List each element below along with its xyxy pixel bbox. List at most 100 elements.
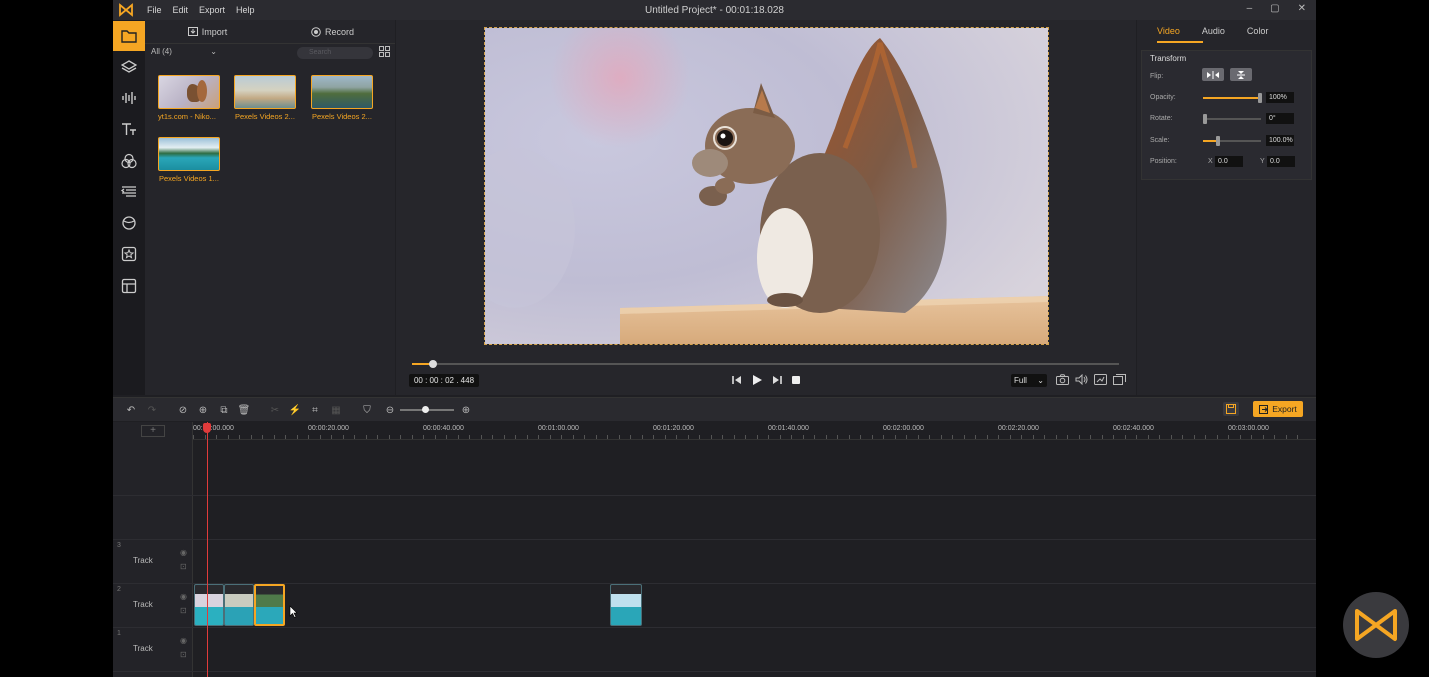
ruler-tick [320,435,321,439]
video-preview-canvas[interactable] [484,27,1049,345]
timeline-clip-selected[interactable] [254,584,285,626]
media-thumb-lagoon[interactable] [158,137,220,171]
copy-icon[interactable]: ⧉ [217,403,231,417]
lock-icon[interactable]: ⊡ [180,562,187,571]
ruler-tick [435,435,436,439]
playback-scrubber[interactable] [412,360,1119,368]
step-back-icon[interactable] [732,375,742,385]
undo-icon[interactable]: ↶ [124,403,138,417]
export-icon [1259,404,1269,414]
ruler-tick [400,435,401,439]
rail-templates-button[interactable] [113,271,145,301]
cut-icon[interactable]: ✂ [268,403,282,417]
add-track-button[interactable]: + [141,425,165,437]
play-icon[interactable] [751,374,763,386]
eye-icon[interactable]: ◉ [180,592,187,601]
position-x-field[interactable]: 0.0 [1215,156,1243,167]
media-thumb-beach[interactable] [234,75,296,109]
scrubber-handle[interactable] [429,360,437,368]
ruler-tick [377,435,378,439]
properties-tabs: Video Audio Color [1157,26,1268,36]
preview-panel: 00 : 00 : 02 . 448 Full ⌄ [396,20,1136,395]
playhead-line[interactable] [207,422,208,677]
ruler-tick [446,435,447,439]
flip-vertical-button[interactable] [1230,68,1252,81]
redo-icon[interactable]: ↷ [145,403,159,417]
rotate-value[interactable]: 0° [1266,113,1294,124]
ruler-tick [768,435,769,439]
ruler-tick [1240,435,1241,439]
opacity-slider[interactable] [1203,93,1262,103]
opacity-value[interactable]: 100% [1266,92,1294,103]
ruler-tick [941,435,942,439]
rail-layers-button[interactable] [113,52,145,82]
close-button[interactable]: ✕ [1298,3,1306,14]
media-filter-dropdown[interactable]: All (4) ⌄ [151,47,221,59]
rail-filters-button[interactable] [113,208,145,238]
ruler-tick [964,435,965,439]
snapshot-icon[interactable] [1056,374,1069,385]
export-button[interactable]: Export [1253,401,1303,417]
squirrel-frame-image [485,28,1048,344]
save-project-button[interactable] [1223,402,1239,416]
ruler-tick [849,435,850,439]
minimize-button[interactable]: – [1247,3,1253,14]
playhead-handle[interactable] [203,423,211,433]
marker-icon[interactable]: ⛉ [360,403,374,417]
eye-icon[interactable]: ◉ [180,636,187,645]
preview-quality-dropdown[interactable]: Full ⌄ [1011,374,1047,387]
rail-audio-button[interactable] [113,83,145,113]
crop-icon[interactable]: ⌗ [308,403,322,417]
volume-icon[interactable] [1075,374,1088,385]
rail-stickers-button[interactable] [113,239,145,269]
aspect-ratio-icon[interactable] [1094,374,1107,385]
ruler-label: 00:02:00.000 [883,425,924,432]
tab-video[interactable]: Video [1157,26,1180,36]
zoom-in-icon[interactable]: ⊕ [459,403,473,417]
record-tab[interactable]: Record [270,20,395,44]
ruler-tick [262,435,263,439]
ruler-tick [1044,435,1045,439]
position-y-field[interactable]: 0.0 [1267,156,1295,167]
eye-icon[interactable]: ◉ [180,548,187,557]
fullscreen-icon[interactable] [1113,374,1126,385]
trash-icon[interactable]: 🗑 [237,403,251,417]
tab-color[interactable]: Color [1247,26,1269,36]
zoom-out-icon[interactable]: ⊖ [383,403,397,417]
ruler-tick [1297,435,1298,439]
ruler-tick [619,435,620,439]
scale-slider[interactable] [1203,136,1261,146]
grid-view-icon[interactable] [379,46,390,57]
timeline-zoom-slider[interactable] [400,406,454,413]
lock-icon[interactable]: ⊡ [180,606,187,615]
media-search-input[interactable]: Search [297,47,373,59]
rail-transitions-button[interactable] [113,177,145,207]
rail-effects-button[interactable] [113,146,145,176]
speed-icon[interactable]: ⚡ [288,403,302,417]
timeline-clip[interactable] [610,584,642,626]
rail-media-button[interactable] [113,21,145,51]
title-bar: File Edit Export Help Untitled Project* … [113,0,1316,20]
rail-text-button[interactable] [113,114,145,144]
mouse-cursor-icon [289,605,298,618]
flip-horizontal-button[interactable] [1202,68,1224,81]
freeze-frame-icon[interactable]: ▦ [329,403,343,417]
rotate-slider[interactable] [1203,114,1261,124]
ruler-tick [527,435,528,439]
tab-audio[interactable]: Audio [1202,26,1225,36]
delete-track-icon[interactable]: ⊘ [176,403,190,417]
stop-icon[interactable] [791,375,801,385]
time-ruler[interactable]: 00:00:00.000 00:00:20.000 00:00:40.000 00:0… [193,422,1316,440]
maximize-button[interactable]: ▢ [1270,3,1279,14]
scale-value[interactable]: 100.0% [1266,135,1294,146]
timeline-clip[interactable] [194,584,224,626]
timeline-clip[interactable] [224,584,254,626]
import-tab[interactable]: Import [145,20,270,44]
track-number: 2 [117,586,121,593]
lock-icon[interactable]: ⊡ [180,650,187,659]
media-thumb-cliffs[interactable] [311,75,373,109]
add-clip-icon[interactable]: ⊕ [196,403,210,417]
ruler-tick [469,435,470,439]
step-forward-icon[interactable] [772,375,782,385]
media-thumb-squirrel[interactable] [158,75,220,109]
